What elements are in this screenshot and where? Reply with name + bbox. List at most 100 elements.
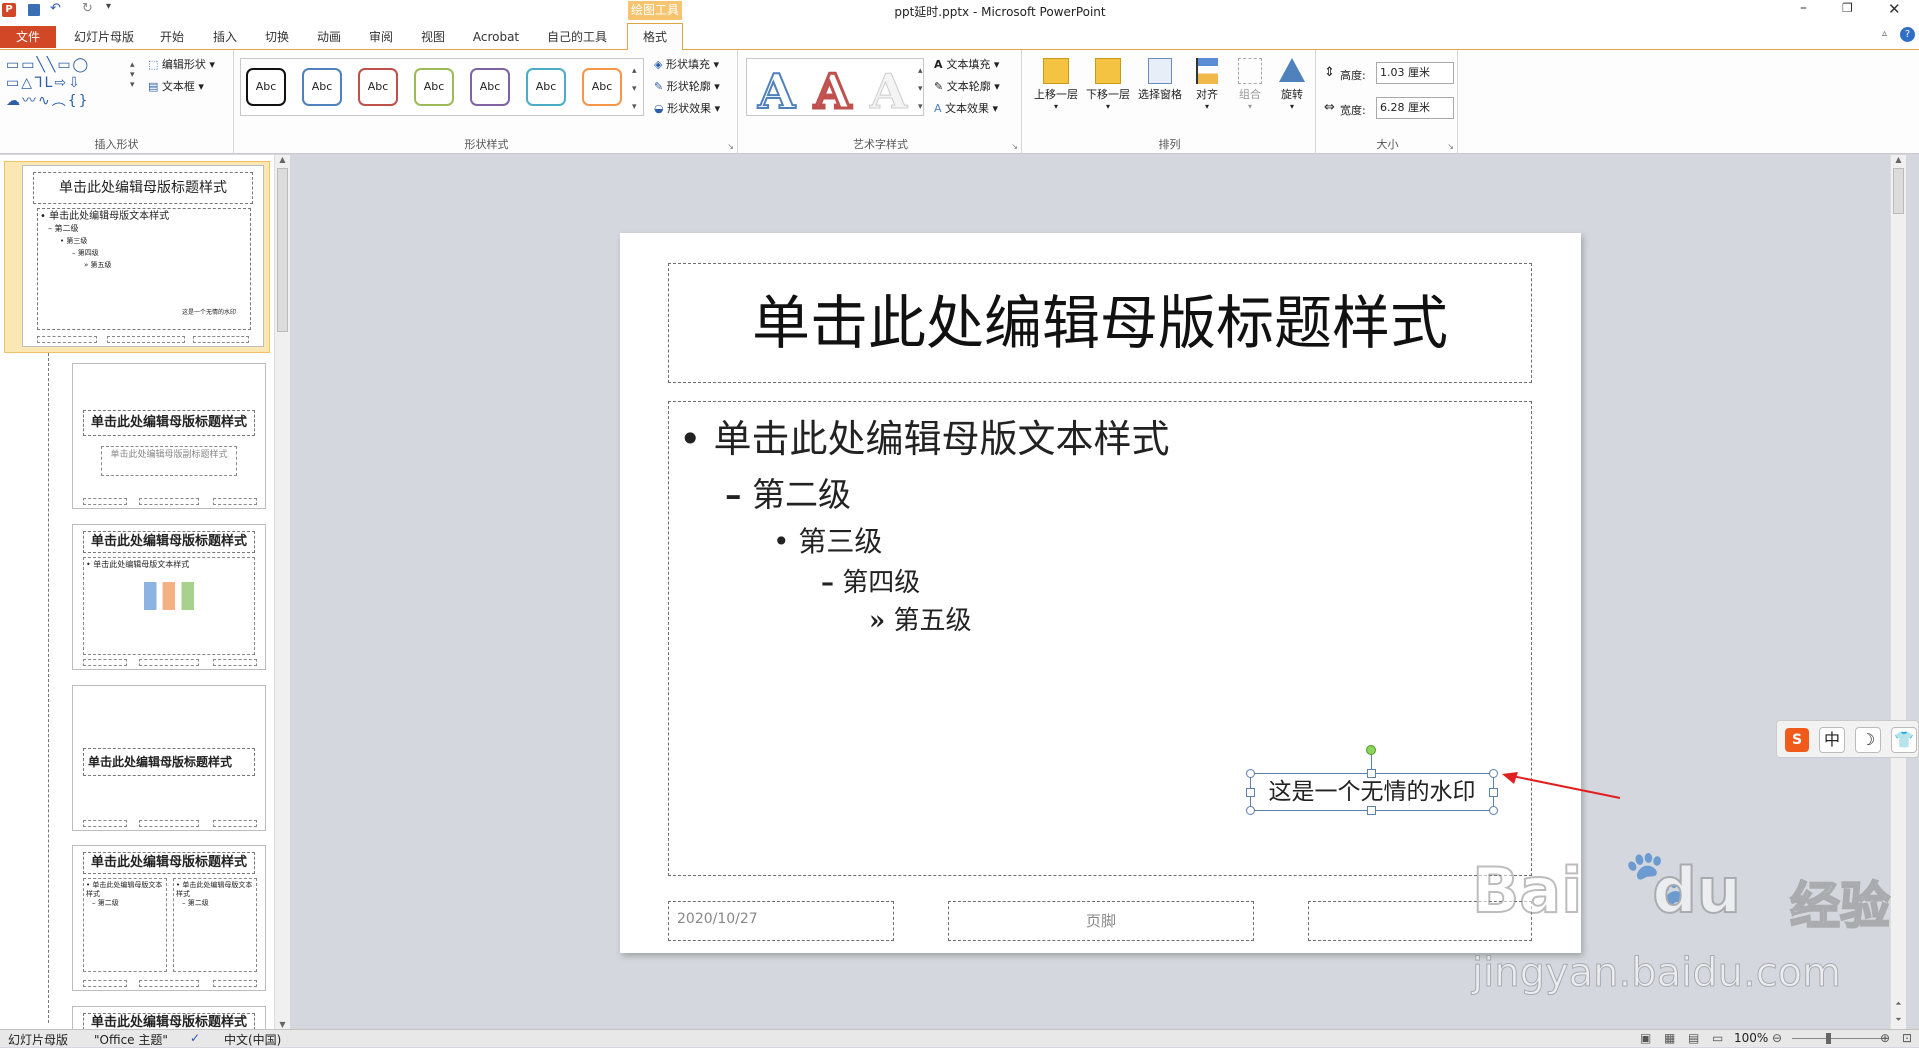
resize-handle-bl[interactable] [1246, 806, 1255, 815]
shape-style-6[interactable]: Abc [526, 68, 566, 106]
close-icon[interactable]: ✕ [1888, 0, 1901, 18]
shape-style-1[interactable]: Abc [246, 68, 286, 106]
tab-transitions[interactable]: 切换 [257, 26, 297, 48]
shapes-gallery-more-icon[interactable]: ▴ ▾ ▾ [130, 60, 135, 90]
text-fill-button[interactable]: A 文本填充 ▾ [934, 56, 999, 72]
fit-to-window-icon[interactable]: ⊡ [1902, 1031, 1912, 1045]
scroll-thumb[interactable] [277, 168, 288, 332]
width-input[interactable]: 6.28 厘米 [1376, 97, 1454, 119]
minimize-icon[interactable]: – [1800, 0, 1807, 16]
save-icon[interactable] [28, 4, 40, 16]
zoom-slider-thumb[interactable] [1826, 1033, 1831, 1044]
thumbnail-layout-content[interactable]: 单击此处编辑母版标题样式 • 单击此处编辑母版文本样式 [72, 524, 266, 670]
shape-fill-button[interactable]: ◈ 形状填充 ▾ [654, 56, 719, 72]
shapes-gallery[interactable]: ▭▭╲╲▭◯ ▭△ᒣᒪ⇨⇩ ☁〰∿︵{} [6, 56, 134, 114]
resize-handle-l[interactable] [1246, 788, 1255, 797]
tab-slide-master[interactable]: 幻灯片母版 [64, 26, 144, 48]
collapse-ribbon-icon[interactable]: ▵ [1882, 28, 1887, 39]
title-placeholder[interactable]: 单击此处编辑母版标题样式 [668, 263, 1532, 383]
rotate-button[interactable]: 旋转 ▾ [1272, 58, 1312, 111]
view-reading-icon[interactable]: ▤ [1688, 1031, 1699, 1045]
tab-acrobat[interactable]: Acrobat [465, 26, 527, 48]
status-language[interactable]: 中文(中国) [224, 1031, 281, 1048]
shape-style-7[interactable]: Abc [582, 68, 622, 106]
text-outline-button[interactable]: ✎ 文本轮廓 ▾ [934, 78, 1000, 94]
tab-animations[interactable]: 动画 [309, 26, 349, 48]
wordart-style-1[interactable]: A [757, 63, 796, 121]
restore-icon[interactable]: ❐ [1842, 1, 1853, 15]
send-backward-button[interactable]: 下移一层 ▾ [1082, 58, 1134, 111]
resize-handle-tr[interactable] [1489, 769, 1498, 778]
thumbnail-layout-two-content[interactable]: 单击此处编辑母版标题样式 • 单击此处编辑母版文本样式 – 第二级 • 单击此处… [72, 845, 266, 991]
bring-forward-button[interactable]: 上移一层 ▾ [1030, 58, 1082, 111]
thumbnail-layout-title[interactable]: 单击此处编辑母版标题样式 单击此处编辑母版副标题样式 [72, 363, 266, 509]
spellcheck-icon[interactable]: ✓ [190, 1031, 200, 1045]
thumb-title: 单击此处编辑母版标题样式 [83, 1013, 255, 1030]
tab-format[interactable]: 格式 [627, 23, 683, 51]
wordart-style-2[interactable]: A [812, 63, 852, 122]
shape-style-gallery-scroll-icon[interactable]: ▴ ▾ ▾ [632, 62, 637, 116]
scroll-up-icon[interactable]: ▲ [275, 155, 290, 164]
footer-placeholder[interactable]: 页脚 [948, 901, 1254, 941]
ime-language-toggle[interactable]: 中 [1819, 727, 1845, 753]
group-insert-shapes: ▭▭╲╲▭◯ ▭△ᒣᒪ⇨⇩ ☁〰∿︵{} ▴ ▾ ▾ ⬚ 编辑形状 ▾ ▤ 文本框 ▾ … [0, 50, 234, 154]
tab-my-tools[interactable]: 自己的工具 [537, 26, 617, 48]
shape-style-4[interactable]: Abc [414, 68, 454, 106]
ime-toolbar[interactable]: S 中 ☽ 👕 [1776, 720, 1919, 758]
zoom-slider[interactable] [1792, 1038, 1888, 1039]
resize-handle-tl[interactable] [1246, 769, 1255, 778]
scroll-up-icon[interactable]: ▲ [1891, 155, 1906, 164]
selection-pane-button[interactable]: 选择窗格 [1134, 58, 1186, 102]
sogou-logo-icon[interactable]: S [1785, 728, 1809, 752]
view-slideshow-icon[interactable]: ▭ [1712, 1031, 1723, 1045]
resize-handle-br[interactable] [1489, 806, 1498, 815]
resize-handle-r[interactable] [1489, 788, 1498, 797]
text-fill-label: 文本填充 [946, 58, 991, 71]
quick-access-dropdown-icon[interactable]: ▾ [106, 1, 111, 12]
zoom-out-icon[interactable]: ⊖ [1772, 1031, 1782, 1045]
tab-review[interactable]: 审阅 [361, 26, 401, 48]
align-button[interactable]: 对齐 ▾ [1186, 58, 1228, 111]
thumbnail-layout-partial[interactable]: 单击此处编辑母版标题样式 [72, 1006, 266, 1030]
dialog-launcher-icon[interactable]: ↘ [1447, 142, 1454, 151]
rotation-handle[interactable] [1366, 745, 1376, 755]
tab-home[interactable]: 开始 [152, 26, 192, 48]
textbox-button[interactable]: ▤ 文本框 ▾ [148, 78, 204, 94]
thumbnail-layout-section[interactable]: 单击此处编辑母版标题样式 [72, 685, 266, 831]
tab-view[interactable]: 视图 [413, 26, 453, 48]
height-input[interactable]: 1.03 厘米 [1376, 62, 1454, 84]
shape-style-3[interactable]: Abc [358, 68, 398, 106]
text-effect-button[interactable]: A 文本效果 ▾ [934, 100, 998, 116]
edit-shape-button[interactable]: ⬚ 编辑形状 ▾ [148, 56, 215, 72]
thumbnail-scrollbar[interactable]: ▲ ▼ [274, 155, 290, 1029]
dialog-launcher-icon[interactable]: ↘ [727, 142, 734, 151]
rotate-icon [1279, 58, 1305, 82]
group-button[interactable]: 组合 ▾ [1230, 58, 1270, 111]
resize-handle-t[interactable] [1367, 769, 1376, 778]
view-normal-icon[interactable]: ▣ [1640, 1031, 1651, 1045]
date-placeholder[interactable]: 2020/10/27 [668, 901, 894, 941]
wordart-gallery-scroll-icon[interactable]: ▴ ▾ ▾ [918, 62, 923, 116]
moon-icon[interactable]: ☽ [1855, 727, 1881, 753]
view-sorter-icon[interactable]: ▦ [1664, 1031, 1675, 1045]
wordart-style-3[interactable]: A [869, 64, 907, 121]
thumbnail-master[interactable]: 单击此处编辑母版标题样式 • 单击此处编辑母版文本样式 – 第二级 • 第三级 … [22, 165, 264, 347]
zoom-in-icon[interactable]: ⊕ [1880, 1031, 1890, 1045]
dialog-launcher-icon[interactable]: ↘ [1011, 142, 1018, 151]
undo-icon[interactable]: ↶ [50, 1, 61, 16]
bullet-level4: – 第四级 [821, 562, 920, 599]
tab-insert[interactable]: 插入 [205, 26, 245, 48]
shape-effect-button[interactable]: ◒ 形状效果 ▾ [654, 100, 720, 116]
shape-style-2[interactable]: Abc [302, 68, 342, 106]
zoom-level[interactable]: 100% [1734, 1031, 1768, 1045]
help-icon[interactable]: ? [1900, 27, 1915, 42]
redo-icon[interactable]: ↻ [82, 1, 93, 16]
shape-outline-button[interactable]: ✎ 形状轮廓 ▾ [654, 78, 720, 94]
skin-shirt-icon[interactable]: 👕 [1891, 727, 1917, 753]
resize-handle-b[interactable] [1367, 806, 1376, 815]
scroll-thumb[interactable] [1893, 168, 1904, 214]
footer-text: 页脚 [1085, 912, 1116, 930]
scroll-down-icon[interactable]: ▼ [275, 1020, 290, 1029]
tab-file[interactable]: 文件 [0, 26, 56, 48]
shape-style-5[interactable]: Abc [470, 68, 510, 106]
